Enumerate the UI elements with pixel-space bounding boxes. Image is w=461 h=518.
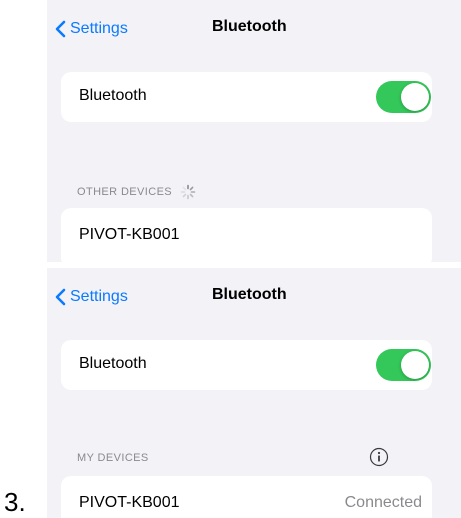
device-name: PIVOT-KB001 (79, 226, 180, 243)
toggle-knob (401, 351, 429, 379)
page-title: Bluetooth (212, 18, 287, 35)
my-devices-header: MY DEVICES (77, 452, 149, 464)
page-title: Bluetooth (212, 286, 287, 303)
connection-status: Connected (344, 494, 422, 511)
toggle-knob (401, 83, 429, 111)
back-button-label: Settings (70, 288, 128, 305)
bluetooth-screen-searching: Settings Bluetooth Bluetooth OTHER DEVIC… (47, 0, 461, 262)
bluetooth-screen-connected: Settings Bluetooth Bluetooth MY DEVICES … (47, 268, 461, 518)
back-button-label: Settings (70, 20, 128, 37)
device-row-pivot-kb001[interactable]: PIVOT-KB001 Connected (61, 476, 432, 518)
step-number: 3. (4, 487, 26, 517)
navigation-bar: Settings Bluetooth (47, 268, 461, 320)
bluetooth-toggle[interactable] (376, 81, 431, 113)
loading-spinner-icon (180, 184, 196, 200)
bluetooth-toggle[interactable] (376, 349, 431, 381)
device-row-pivot-kb001[interactable]: PIVOT-KB001 (61, 208, 432, 262)
section-header-label: OTHER DEVICES (77, 186, 173, 198)
device-name: PIVOT-KB001 (79, 494, 180, 511)
bluetooth-label: Bluetooth (79, 87, 147, 104)
other-devices-header: OTHER DEVICES (77, 184, 196, 200)
bluetooth-toggle-row: Bluetooth (61, 340, 432, 390)
navigation-bar: Settings Bluetooth (47, 0, 461, 52)
back-to-settings-button[interactable]: Settings (55, 16, 128, 42)
chevron-left-icon (55, 288, 66, 306)
chevron-left-icon (55, 20, 66, 38)
info-button[interactable] (369, 447, 389, 467)
bluetooth-toggle-row: Bluetooth (61, 72, 432, 122)
back-to-settings-button[interactable]: Settings (55, 284, 128, 310)
bluetooth-label: Bluetooth (79, 355, 147, 372)
info-icon (369, 447, 389, 467)
section-header-label: MY DEVICES (77, 452, 149, 464)
